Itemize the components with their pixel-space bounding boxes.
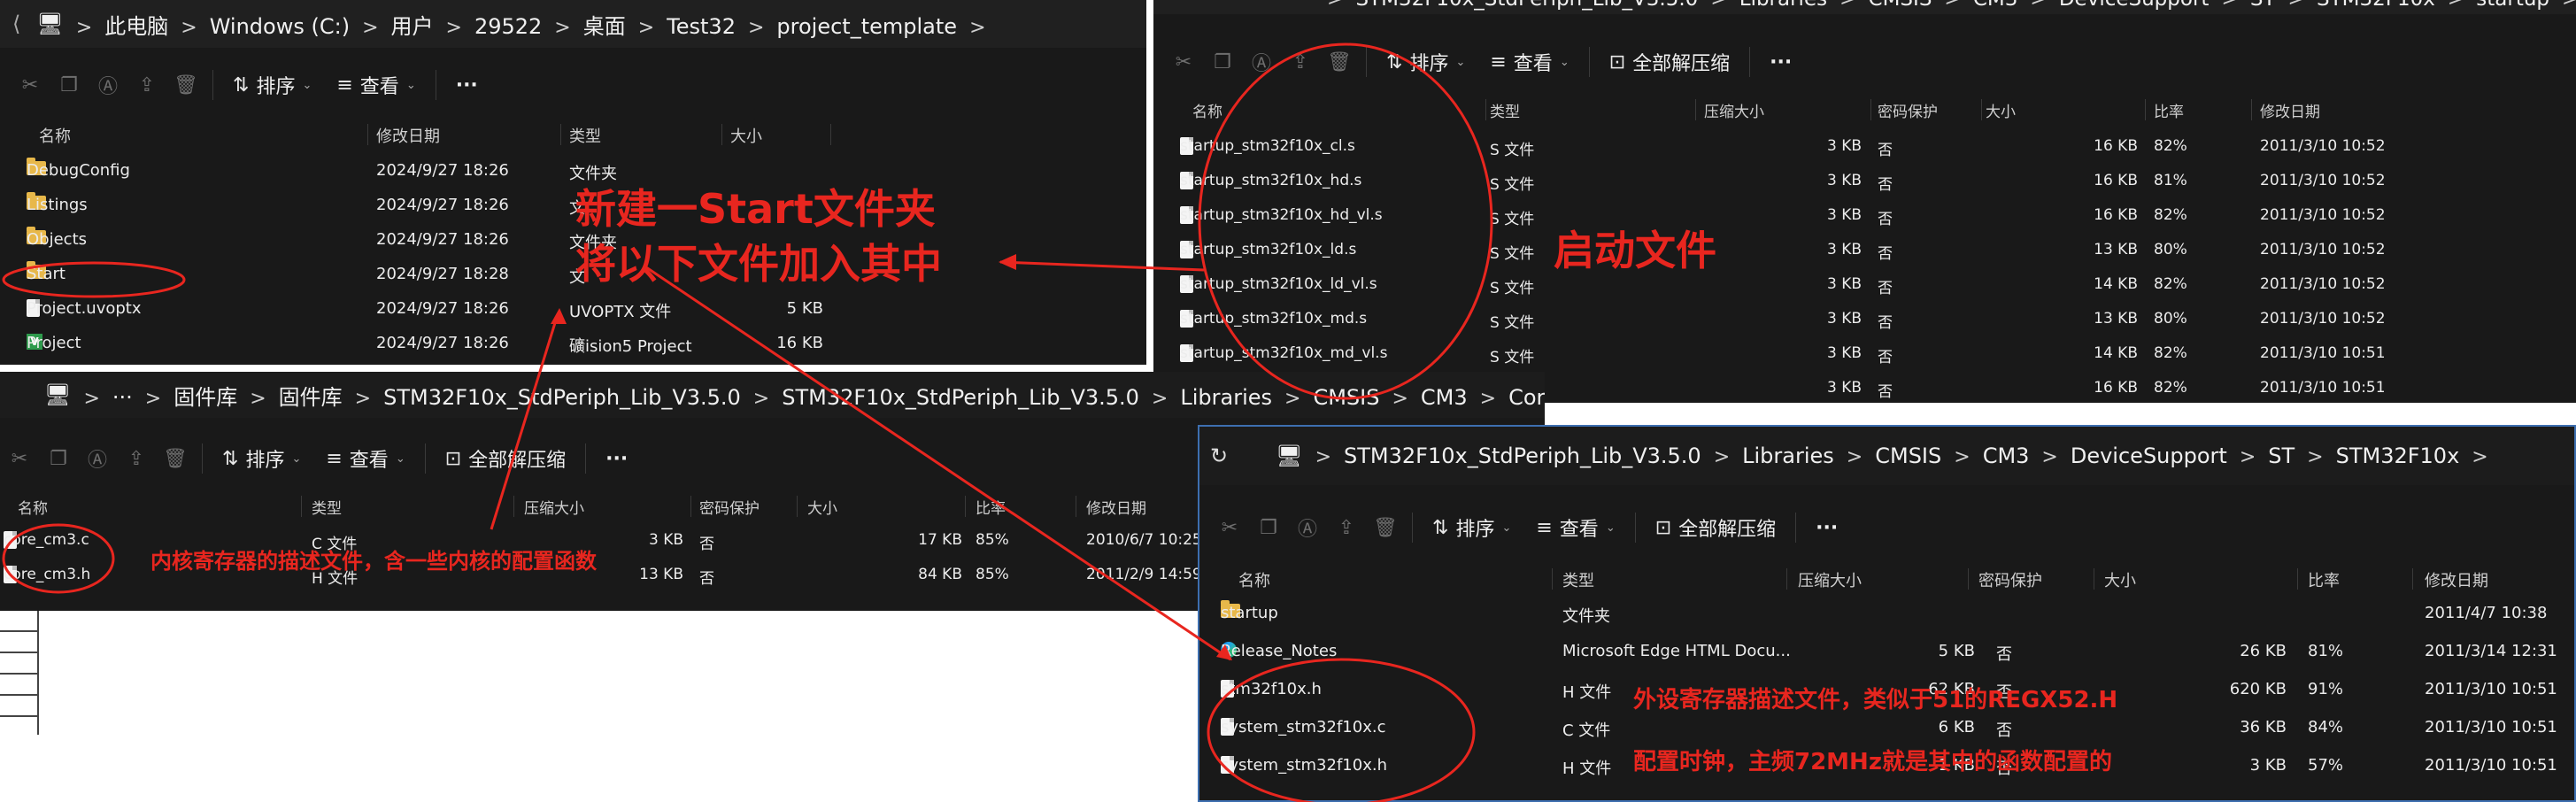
annotation-new-start-line2: 将以下文件加入其中	[575, 240, 942, 288]
circle-start-folder	[2, 261, 186, 298]
circle-core-files	[2, 523, 115, 594]
annotation-periph-desc: 外设寄存器描述文件，类似于51的REGX52.H	[1633, 687, 2118, 713]
annotation-startup-files: 启动文件	[1554, 227, 1716, 274]
annotation-clock-desc: 配置时钟，主频72MHz就是其中的函数配置的	[1633, 749, 2112, 775]
annotation-core-desc: 内核寄存器的描述文件，含一些内核的配置函数	[150, 549, 597, 574]
annotation-new-start-line1: 新建一Start文件夹	[575, 185, 936, 233]
arrow-startup-to-text	[999, 260, 1205, 272]
arrowhead	[999, 254, 1016, 270]
arrow-core-to-text	[490, 313, 559, 530]
circle-device-files	[1207, 658, 1476, 802]
circle-startup-files	[1198, 42, 1493, 400]
line-text-to-device	[645, 266, 1231, 661]
annotation-strokes	[2, 42, 1493, 802]
arrowhead	[551, 308, 567, 324]
